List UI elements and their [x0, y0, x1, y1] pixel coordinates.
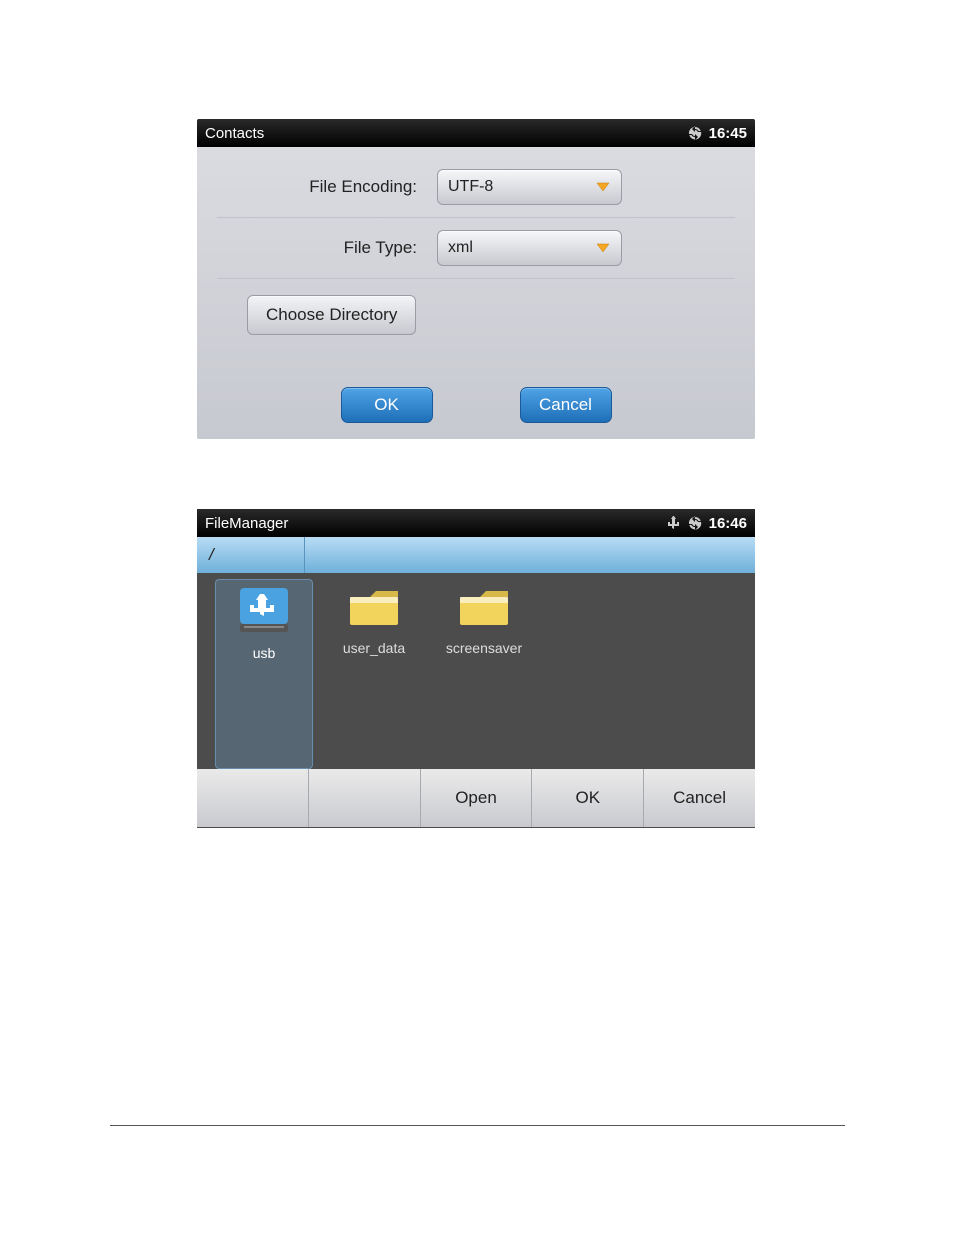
filetype-value: xml	[448, 239, 595, 257]
cancel-button[interactable]: Cancel	[520, 387, 612, 423]
file-grid: usb user_data screensaver	[197, 573, 755, 769]
file-item-usb[interactable]: usb	[215, 579, 313, 769]
file-item-userdata[interactable]: user_data	[325, 579, 423, 769]
row-filetype: File Type: xml	[217, 218, 735, 279]
file-label: usb	[253, 645, 276, 661]
filetype-dropdown[interactable]: xml	[437, 230, 622, 266]
chevron-down-icon	[595, 242, 611, 254]
title-bar: Contacts 16:45	[197, 119, 755, 147]
encoding-dropdown[interactable]: UTF-8	[437, 169, 622, 205]
filetype-label: File Type:	[217, 238, 417, 258]
divider	[110, 1125, 845, 1126]
file-item-screensaver[interactable]: screensaver	[435, 579, 533, 769]
dialog-buttons: OK Cancel	[197, 387, 755, 423]
open-button[interactable]: Open	[421, 769, 533, 827]
row-encoding: File Encoding: UTF-8	[217, 157, 735, 218]
bottom-slot-empty[interactable]	[197, 769, 309, 827]
cancel-button[interactable]: Cancel	[644, 769, 755, 827]
status-time: 16:46	[709, 515, 747, 532]
chevron-down-icon	[595, 181, 611, 193]
folder-icon	[346, 583, 402, 636]
encoding-label: File Encoding:	[217, 177, 417, 197]
file-label: user_data	[343, 640, 405, 656]
status-time: 16:45	[709, 125, 747, 142]
choose-directory-button[interactable]: Choose Directory	[247, 295, 416, 335]
filemanager-window: FileManager 16:46 / usb	[197, 509, 755, 828]
contacts-dialog: Contacts 16:45 File Encoding: UTF-8 File…	[197, 119, 755, 439]
bottom-slot-empty[interactable]	[309, 769, 421, 827]
file-label: screensaver	[446, 640, 522, 656]
form-area: File Encoding: UTF-8 File Type: xml Choo…	[197, 147, 755, 347]
path-bar: /	[197, 537, 755, 573]
encoding-value: UTF-8	[448, 178, 595, 196]
window-title: FileManager	[205, 515, 667, 532]
window-title: Contacts	[205, 125, 687, 142]
path-segment[interactable]: /	[197, 537, 305, 573]
usb-icon	[667, 515, 681, 531]
usb-drive-icon	[234, 584, 294, 641]
bottom-bar: Open OK Cancel	[197, 769, 755, 827]
sync-icon	[687, 125, 703, 141]
ok-button[interactable]: OK	[341, 387, 433, 423]
row-choosedir: Choose Directory	[217, 279, 735, 347]
sync-icon	[687, 515, 703, 531]
ok-button[interactable]: OK	[532, 769, 644, 827]
title-bar: FileManager 16:46	[197, 509, 755, 537]
folder-icon	[456, 583, 512, 636]
